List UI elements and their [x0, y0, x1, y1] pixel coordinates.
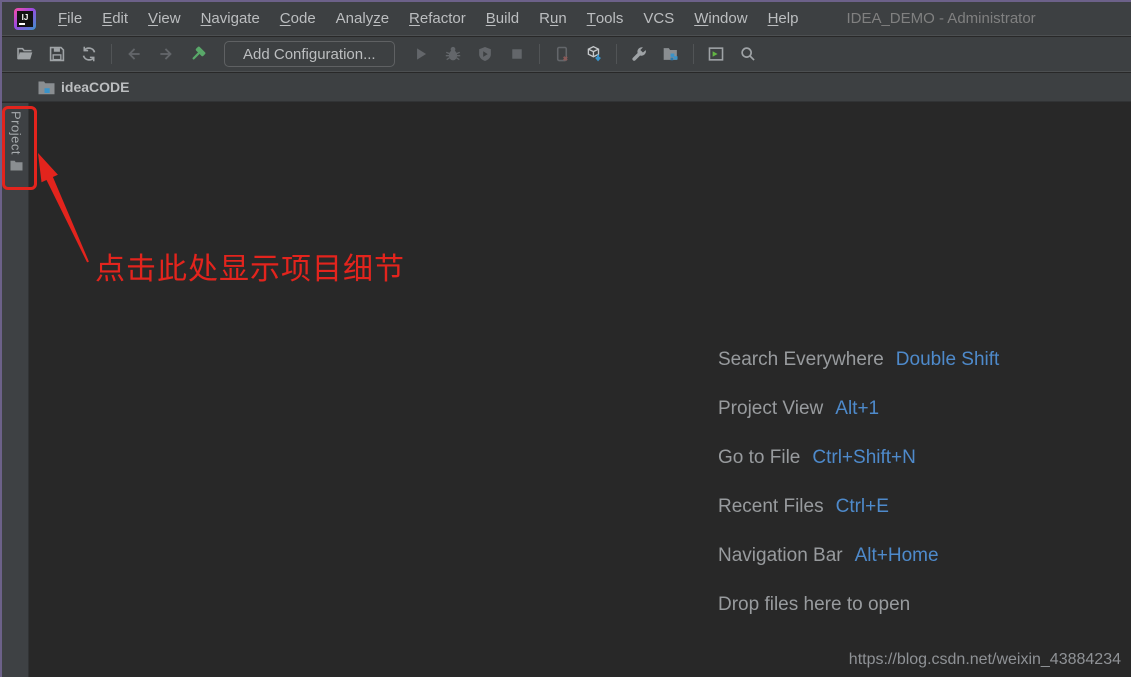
stop-icon[interactable]	[508, 45, 526, 63]
intellij-logo-text: IJ	[17, 11, 33, 27]
coverage-icon[interactable]	[476, 45, 494, 63]
package-download-icon[interactable]	[585, 45, 603, 63]
shortcut-label: Recent Files	[718, 496, 824, 518]
device-icon[interactable]	[553, 45, 571, 63]
menu-item-file[interactable]: File	[48, 2, 92, 35]
project-structure-icon[interactable]	[662, 45, 680, 63]
idea-window: IJ File Edit View Navigate Code Analyze …	[0, 0, 1131, 677]
shortcut-label: Drop files here to open	[718, 594, 910, 616]
editor-area: Project 点击此处显示项目细节 Search Everywhere Dou…	[2, 103, 1131, 677]
menu-item-code[interactable]: Code	[270, 2, 326, 35]
menu-item-help[interactable]: Help	[758, 2, 809, 35]
build-hammer-icon[interactable]	[189, 45, 207, 63]
settings-wrench-icon[interactable]	[630, 45, 648, 63]
search-icon[interactable]	[739, 45, 757, 63]
debug-icon[interactable]	[444, 45, 462, 63]
shortcut-label: Project View	[718, 398, 823, 420]
shortcut-key: Ctrl+E	[836, 496, 889, 518]
run-icon[interactable]	[412, 45, 430, 63]
shortcut-key: Alt+Home	[855, 545, 939, 567]
project-tool-window-button[interactable]: Project	[5, 111, 27, 187]
toolbar-separator	[693, 44, 694, 64]
menu-bar: IJ File Edit View Navigate Code Analyze …	[2, 2, 1131, 36]
shortcut-row: Project View Alt+1	[718, 384, 999, 433]
menu-item-build[interactable]: Build	[476, 2, 529, 35]
sync-icon[interactable]	[80, 45, 98, 63]
toolbar-separator	[111, 44, 112, 64]
shortcut-key: Double Shift	[896, 349, 1000, 371]
shortcut-label: Search Everywhere	[718, 349, 884, 371]
shortcut-label: Navigation Bar	[718, 545, 843, 567]
menu-item-vcs[interactable]: VCS	[633, 2, 684, 35]
intellij-logo-icon: IJ	[14, 8, 36, 30]
open-folder-icon[interactable]	[16, 45, 34, 63]
menu-item-navigate[interactable]: Navigate	[191, 2, 270, 35]
menu-item-window[interactable]: Window	[684, 2, 757, 35]
shortcut-row: Go to File Ctrl+Shift+N	[718, 433, 999, 482]
breadcrumb-project-name[interactable]: ideaCODE	[61, 79, 129, 95]
window-title: IDEA_DEMO - Administrator	[846, 10, 1035, 27]
toolbar-separator	[616, 44, 617, 64]
back-icon[interactable]	[125, 45, 143, 63]
menu-item-run[interactable]: Run	[529, 2, 577, 35]
shortcut-row: Recent Files Ctrl+E	[718, 482, 999, 531]
forward-icon[interactable]	[157, 45, 175, 63]
menu-item-refactor[interactable]: Refactor	[399, 2, 476, 35]
window-border-left	[0, 0, 2, 677]
project-tab-label: Project	[9, 111, 24, 155]
navigation-bar: ideaCODE	[2, 73, 1131, 102]
add-configuration-button[interactable]: Add Configuration...	[224, 41, 395, 67]
shortcut-row: Search Everywhere Double Shift	[718, 335, 999, 384]
terminal-icon[interactable]	[707, 45, 725, 63]
folder-icon	[10, 160, 23, 171]
menu-item-view[interactable]: View	[138, 2, 191, 35]
menu-item-analyze[interactable]: Analyze	[326, 2, 399, 35]
save-icon[interactable]	[48, 45, 66, 63]
shortcut-key: Alt+1	[835, 398, 879, 420]
tool-window-stripe	[2, 103, 29, 677]
watermark-url: https://blog.csdn.net/weixin_43884234	[849, 651, 1121, 669]
shortcut-row: Drop files here to open	[718, 580, 999, 629]
menu-item-edit[interactable]: Edit	[92, 2, 138, 35]
shortcut-hints: Search Everywhere Double Shift Project V…	[718, 335, 999, 629]
toolbar: Add Configuration...	[2, 37, 1131, 72]
shortcut-row: Navigation Bar Alt+Home	[718, 531, 999, 580]
menu-item-tools[interactable]: Tools	[577, 2, 634, 35]
shortcut-label: Go to File	[718, 447, 800, 469]
annotation-text: 点击此处显示项目细节	[95, 244, 405, 288]
project-folder-icon	[38, 80, 55, 95]
window-border-top	[0, 0, 1131, 2]
shortcut-key: Ctrl+Shift+N	[812, 447, 915, 469]
toolbar-separator	[539, 44, 540, 64]
